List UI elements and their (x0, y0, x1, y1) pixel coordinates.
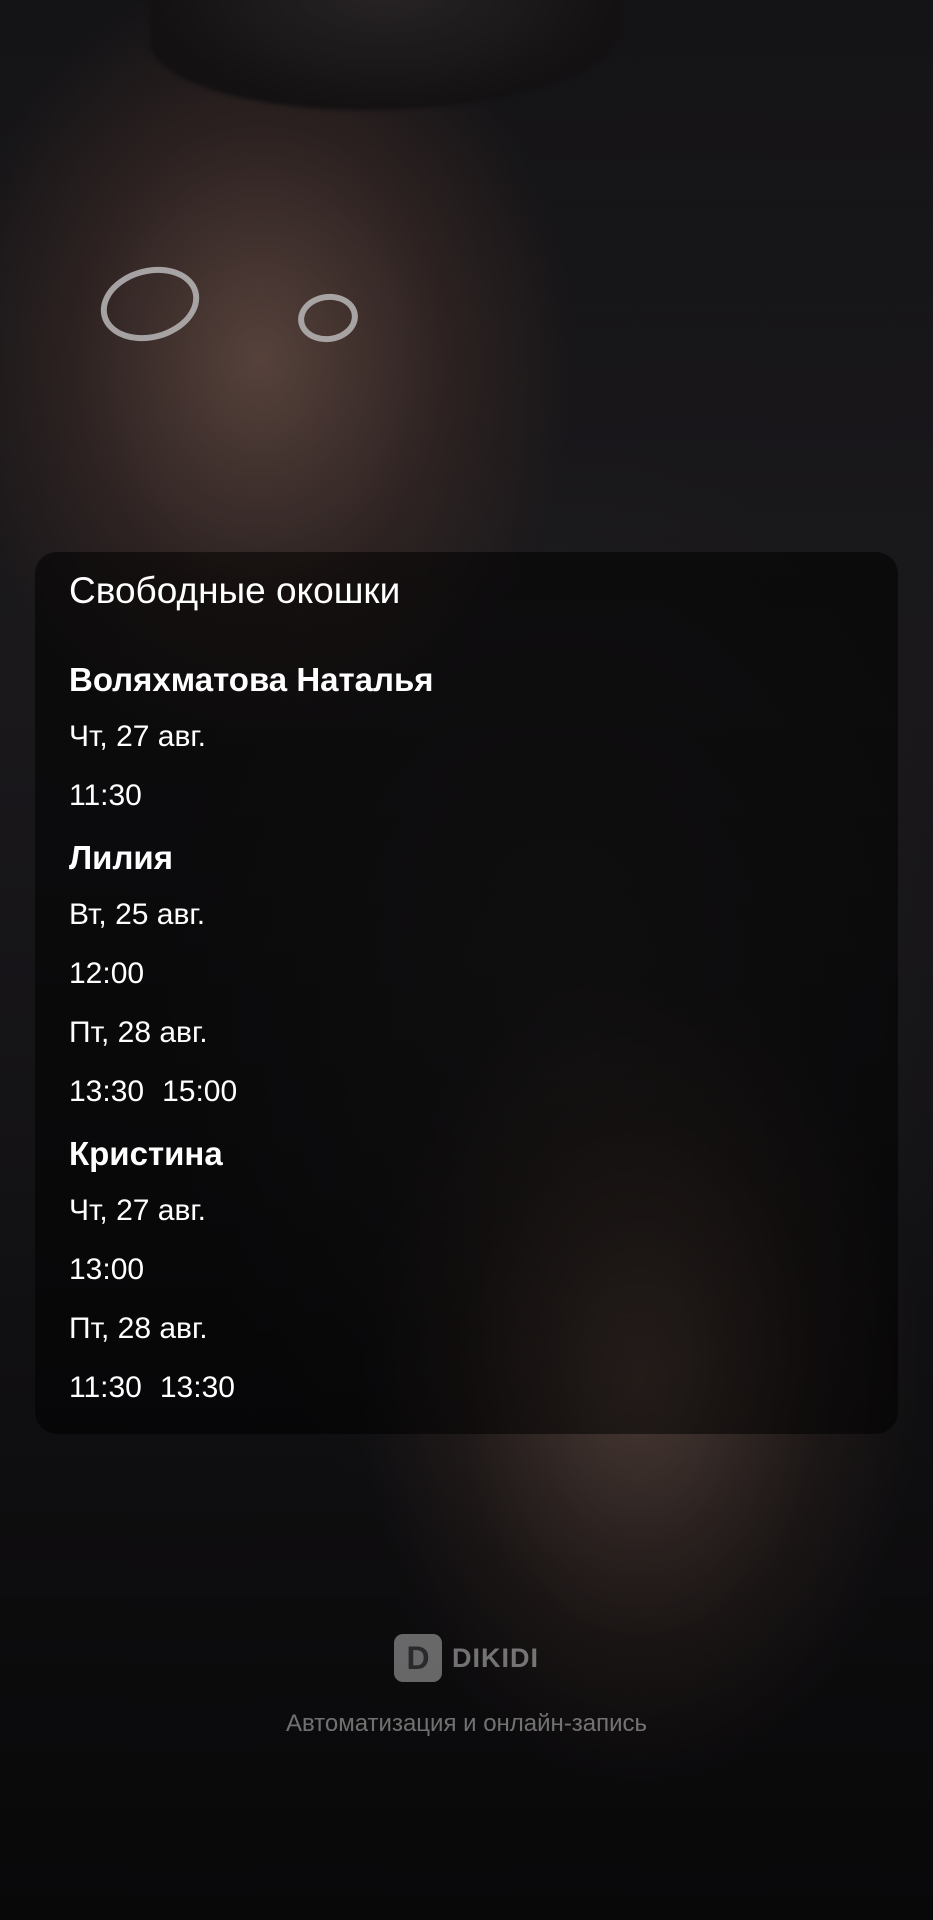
card-title: Свободные окошки (69, 570, 401, 611)
time-slots-row: 13:30 15:00 (69, 1062, 869, 1122)
time-slots-row: 11:30 13:30 (69, 1358, 869, 1418)
brand-name: DIKIDI (452, 1642, 539, 1673)
brand-tagline: Автоматизация и онлайн-запись (285, 1710, 648, 1737)
time-slots-row: 13:00 (69, 1240, 869, 1300)
master-name: Кристина (69, 1135, 223, 1172)
slot-date: Чт, 27 авг. (69, 720, 207, 753)
master-name: Воляхматова Наталья (69, 661, 434, 698)
masters-list: Воляхматова Наталья Чт, 27 авг. 11:30 Лилия… (69, 648, 869, 1418)
time-slot[interactable]: 15:00 (162, 1062, 237, 1122)
slot-date: Пт, 28 авг. (69, 1312, 208, 1345)
time-slot[interactable]: 12:00 (69, 944, 144, 1004)
screen: Свободные окошки Воляхматова Наталья Чт, … (0, 0, 933, 1920)
time-slot[interactable]: 13:00 (69, 1240, 144, 1300)
time-slots-row: 11:30 (69, 766, 869, 826)
slot-date: Пт, 28 авг. (69, 1016, 208, 1049)
time-slot[interactable]: 11:30 (69, 1358, 142, 1418)
slot-date: Вт, 25 авг. (69, 898, 206, 931)
brand-logo: D DIKIDI (0, 1634, 933, 1686)
slot-date: Чт, 27 авг. (69, 1194, 207, 1227)
time-slot[interactable]: 13:30 (160, 1358, 235, 1418)
time-slots-row: 12:00 (69, 944, 869, 1004)
time-slot[interactable]: 11:30 (69, 766, 142, 826)
time-slot[interactable]: 13:30 (69, 1062, 144, 1122)
master-name: Лилия (69, 839, 173, 876)
dikidi-logo-icon: D (394, 1634, 442, 1682)
